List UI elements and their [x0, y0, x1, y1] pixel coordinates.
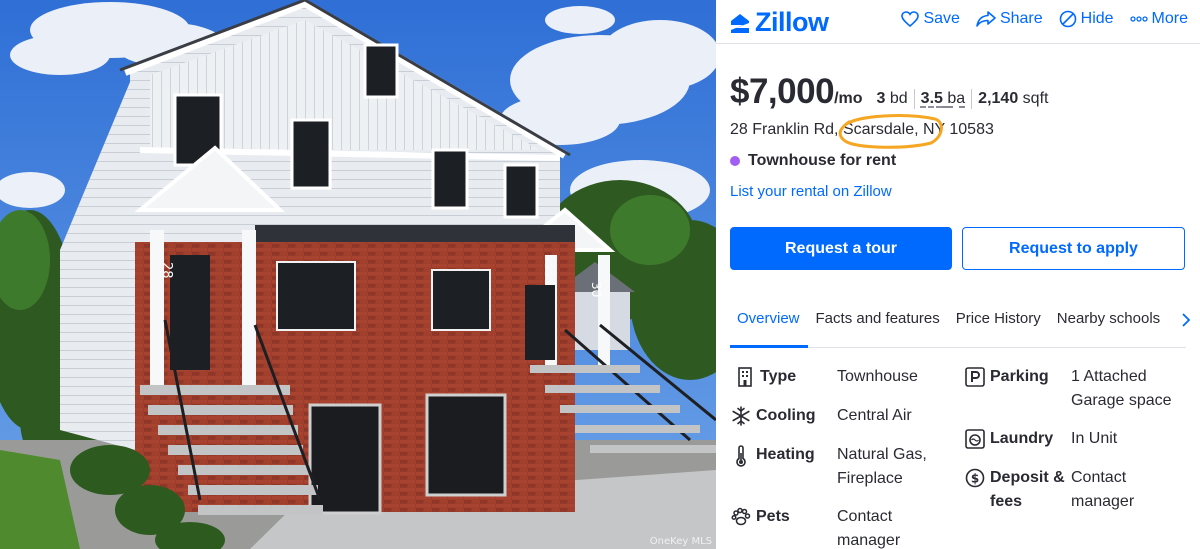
fact-parking: Parking: [964, 365, 1049, 389]
tab-nearby-schools[interactable]: Nearby schools: [1049, 302, 1168, 348]
fact-cooling-value: Central Air: [837, 404, 912, 428]
fact-pets-label: Pets: [756, 505, 790, 529]
fact-heating-value-line1: Natural Gas,: [837, 443, 927, 467]
fact-parking-value-line2: Garage space: [1071, 389, 1172, 413]
building-icon: [734, 365, 756, 387]
tab-price-history[interactable]: Price History: [948, 302, 1049, 348]
fact-laundry-value: In Unit: [1071, 427, 1117, 451]
heart-icon: [901, 11, 919, 27]
fact-cooling: Cooling: [730, 404, 816, 428]
listing-details-panel: Zillow Save Share Hide More $7,000 /mo 3…: [716, 0, 1200, 549]
zillow-logo[interactable]: Zillow: [729, 7, 829, 38]
fact-laundry-label: Laundry: [990, 427, 1053, 451]
fact-pets-value-line1: Contact: [837, 505, 900, 529]
header-actions: Save Share Hide More: [901, 10, 1188, 28]
brand-name: Zillow: [755, 7, 829, 38]
request-apply-button[interactable]: Request to apply: [962, 227, 1185, 270]
fact-deposit-value: Contact manager: [1071, 466, 1134, 514]
fact-deposit-value-line1: Contact: [1071, 466, 1134, 490]
listing-address: 28 Franklin Rd, Scarsdale, NY 10583: [730, 121, 994, 139]
fact-heating: Heating: [730, 443, 815, 467]
more-button[interactable]: More: [1130, 10, 1188, 28]
top-bar: Zillow Save Share Hide More: [716, 0, 1200, 44]
request-tour-button[interactable]: Request a tour: [730, 227, 952, 270]
beds-stat: 3 bd: [877, 89, 915, 109]
save-label: Save: [923, 10, 959, 28]
hide-label: Hide: [1081, 10, 1114, 28]
photo-watermark: OneKey MLS: [650, 536, 712, 547]
fact-type-label: Type: [760, 365, 796, 389]
fact-pets-value: Contact manager: [837, 505, 900, 549]
thermometer-icon: [730, 443, 752, 465]
fact-deposit-label-line1: Deposit &: [990, 466, 1065, 490]
sqft-stat: 2,140 sqft: [972, 89, 1054, 109]
share-label: Share: [1000, 10, 1043, 28]
paw-icon: [730, 505, 752, 527]
washer-icon: [964, 427, 986, 449]
fact-deposit-fees: $ Deposit & fees: [964, 466, 1065, 514]
price-summary: $7,000 /mo 3 bd 3.5 ba 2,140 sqft: [730, 72, 1054, 112]
house-number-left: 28: [159, 262, 174, 279]
address-city-highlighted: Scarsdale: [843, 121, 914, 138]
sqft-unit: sqft: [1023, 90, 1049, 107]
fact-parking-value-line1: 1 Attached: [1071, 365, 1172, 389]
save-button[interactable]: Save: [901, 10, 959, 28]
fact-type-value: Townhouse: [837, 365, 918, 389]
beds-unit: bd: [890, 90, 908, 107]
address-street: 28 Franklin Rd,: [730, 121, 843, 138]
beds-value: 3: [877, 90, 886, 107]
fact-heating-value-line2: Fireplace: [837, 467, 927, 491]
list-rental-link[interactable]: List your rental on Zillow: [730, 183, 892, 200]
share-icon: [976, 11, 996, 27]
fact-deposit-label-line2: fees: [990, 490, 1065, 514]
chevron-right-icon: [1180, 312, 1192, 328]
rent-price: $7,000: [730, 72, 834, 112]
fact-parking-value: 1 Attached Garage space: [1071, 365, 1172, 413]
more-label: More: [1152, 10, 1188, 28]
status-text: Townhouse for rent: [748, 152, 896, 170]
fact-laundry: Laundry: [964, 427, 1053, 451]
tab-facts-and-features[interactable]: Facts and features: [808, 302, 948, 348]
house-number-right: 30: [589, 282, 603, 297]
house-photo-illustration: 28 30: [0, 0, 716, 549]
baths-stat[interactable]: 3.5 ba: [915, 89, 973, 109]
svg-text:$: $: [971, 472, 979, 486]
tab-overview[interactable]: Overview: [730, 302, 808, 348]
fact-cooling-label: Cooling: [756, 404, 816, 428]
fact-pets-value-line2: manager: [837, 529, 900, 549]
parking-icon: [964, 365, 986, 387]
status-dot-icon: [730, 156, 740, 166]
listing-photo[interactable]: 28 30 OneKey MLS: [0, 0, 716, 549]
hide-icon: [1059, 10, 1077, 28]
fact-deposit-value-line2: manager: [1071, 490, 1134, 514]
baths-unit: ba: [947, 90, 965, 107]
fact-heating-value: Natural Gas, Fireplace: [837, 443, 927, 491]
tabs-next-arrow[interactable]: [1180, 312, 1192, 333]
dollar-icon: $: [964, 466, 986, 488]
fact-type: Type: [734, 365, 796, 389]
baths-value: 3.5: [921, 90, 943, 107]
fact-pets: Pets: [730, 505, 790, 529]
listing-status: Townhouse for rent: [730, 152, 896, 170]
fact-deposit-label: Deposit & fees: [990, 466, 1065, 514]
price-period: /mo: [834, 90, 862, 108]
snowflake-icon: [730, 404, 752, 426]
zillow-house-icon: [729, 11, 751, 35]
highlight-circle-annotation: [837, 113, 945, 149]
share-button[interactable]: Share: [976, 10, 1043, 28]
fact-parking-label: Parking: [990, 365, 1049, 389]
fact-heating-label: Heating: [756, 443, 815, 467]
listing-tabs: Overview Facts and features Price Histor…: [730, 302, 1186, 348]
more-icon: [1130, 15, 1148, 23]
sqft-value: 2,140: [978, 90, 1018, 107]
hide-button[interactable]: Hide: [1059, 10, 1114, 28]
